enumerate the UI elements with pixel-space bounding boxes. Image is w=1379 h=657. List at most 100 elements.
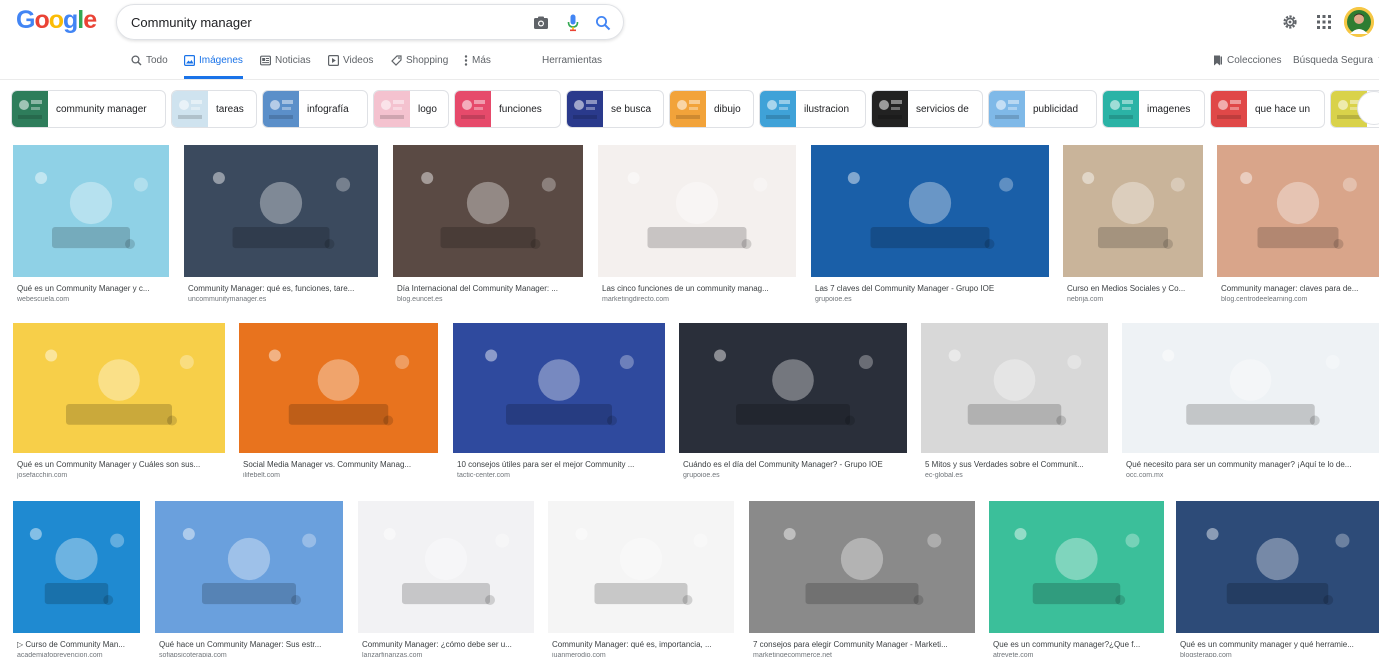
image-result-source[interactable]: blog.centrodeelearning.com xyxy=(1221,296,1377,303)
related-search-chip[interactable]: ilustracion xyxy=(759,90,866,128)
image-result-source[interactable]: blog.euncet.es xyxy=(397,296,581,303)
image-result-title[interactable]: Las cinco funciones de un community mana… xyxy=(602,284,794,293)
image-result[interactable]: ▷ Curso de Community Man... academiafopre… xyxy=(13,501,140,657)
image-result-source[interactable]: ilifebelt.com xyxy=(243,472,436,479)
tab-imagenes[interactable]: Imágenes xyxy=(184,55,243,79)
image-result[interactable]: Qué es un community manager y qué herram… xyxy=(1176,501,1379,657)
image-result[interactable]: Que es un community manager?¿Que f... atr… xyxy=(989,501,1164,657)
image-result-source[interactable]: academiafoprevencion.com xyxy=(17,652,138,657)
related-search-chip[interactable]: publicidad xyxy=(988,90,1097,128)
image-result-title[interactable]: Qué es un Community Manager y c... xyxy=(17,284,167,293)
image-result-title[interactable]: Día Internacional del Community Manager:… xyxy=(397,284,581,293)
image-thumbnail[interactable] xyxy=(1217,145,1379,277)
image-result-title[interactable]: ▷ Curso de Community Man... xyxy=(17,640,138,649)
image-result[interactable]: Curso en Medios Sociales y Co... nebrija.… xyxy=(1063,145,1203,311)
image-result[interactable]: 10 consejos útiles para ser el mejor Com… xyxy=(453,323,665,487)
image-result[interactable]: Qué es un Community Manager y c... webesc… xyxy=(13,145,169,311)
image-result-source[interactable]: uncommunitymanager.es xyxy=(188,296,376,303)
image-result-source[interactable]: webescuela.com xyxy=(17,296,167,303)
image-result[interactable]: Día Internacional del Community Manager:… xyxy=(393,145,583,311)
image-result-title[interactable]: Cuándo es el día del Community Manager? … xyxy=(683,460,905,469)
image-result-source[interactable]: grupoioe.es xyxy=(683,472,905,479)
image-thumbnail[interactable] xyxy=(1122,323,1379,453)
image-result[interactable]: 5 Mitos y sus Verdades sobre el Communit… xyxy=(921,323,1108,487)
image-result-source[interactable]: lanzarfinanzas.com xyxy=(362,652,532,657)
image-result[interactable]: Las cinco funciones de un community mana… xyxy=(598,145,796,311)
image-result[interactable]: Qué hace un Community Manager: Sus estr.… xyxy=(155,501,343,657)
image-result[interactable]: Qué es un Community Manager y Cuáles son… xyxy=(13,323,225,487)
image-thumbnail[interactable] xyxy=(1176,501,1379,633)
image-result-title[interactable]: 10 consejos útiles para ser el mejor Com… xyxy=(457,460,663,469)
apps-grid-icon[interactable] xyxy=(1310,8,1338,36)
image-result[interactable]: Community Manager: ¿cómo debe ser u... la… xyxy=(358,501,534,657)
related-search-chip[interactable]: que hace un xyxy=(1210,90,1325,128)
related-search-chip[interactable]: servicios de xyxy=(871,90,983,128)
image-result[interactable]: Cuándo es el día del Community Manager? … xyxy=(679,323,907,487)
related-search-chip[interactable]: tareas xyxy=(171,90,257,128)
image-thumbnail[interactable] xyxy=(155,501,343,633)
related-search-chip[interactable]: dibujo xyxy=(669,90,754,128)
image-result-title[interactable]: Curso en Medios Sociales y Co... xyxy=(1067,284,1201,293)
related-search-chip[interactable]: infografía xyxy=(262,90,368,128)
search-icon[interactable] xyxy=(593,13,613,33)
camera-icon[interactable] xyxy=(531,13,551,33)
image-thumbnail[interactable] xyxy=(548,501,734,633)
image-result-title[interactable]: Las 7 claves del Community Manager - Gru… xyxy=(815,284,1047,293)
image-result-title[interactable]: Community Manager: qué es, funciones, ta… xyxy=(188,284,376,293)
image-thumbnail[interactable] xyxy=(811,145,1049,277)
tab-herramientas[interactable]: Herramientas xyxy=(542,55,602,79)
image-result-title[interactable]: Qué es un Community Manager y Cuáles son… xyxy=(17,460,223,469)
image-result[interactable]: Social Media Manager vs. Community Manag… xyxy=(239,323,438,487)
image-result-title[interactable]: Que es un community manager?¿Que f... xyxy=(993,640,1162,649)
related-search-chip[interactable]: se busca xyxy=(566,90,664,128)
image-result-title[interactable]: Qué hace un Community Manager: Sus estr.… xyxy=(159,640,341,649)
image-thumbnail[interactable] xyxy=(453,323,665,453)
image-thumbnail[interactable] xyxy=(239,323,438,453)
tab-videos[interactable]: Videos xyxy=(328,55,373,79)
collections-link[interactable]: Colecciones xyxy=(1213,55,1281,66)
image-thumbnail[interactable] xyxy=(13,501,140,633)
image-result-title[interactable]: Community Manager: qué es, importancia, … xyxy=(552,640,732,649)
image-thumbnail[interactable] xyxy=(393,145,583,277)
image-thumbnail[interactable] xyxy=(358,501,534,633)
tab-mas[interactable]: Más xyxy=(464,55,491,79)
image-thumbnail[interactable] xyxy=(184,145,378,277)
tab-shopping[interactable]: Shopping xyxy=(391,55,448,79)
image-thumbnail[interactable] xyxy=(679,323,907,453)
safe-search-menu[interactable]: Búsqueda Segura ▼ xyxy=(1293,55,1379,66)
image-thumbnail[interactable] xyxy=(749,501,975,633)
image-result-title[interactable]: Social Media Manager vs. Community Manag… xyxy=(243,460,436,469)
gear-icon[interactable] xyxy=(1276,8,1304,36)
image-thumbnail[interactable] xyxy=(921,323,1108,453)
image-result-source[interactable]: blogsterapp.com xyxy=(1180,652,1377,657)
image-result-source[interactable]: nebrija.com xyxy=(1067,296,1201,303)
image-thumbnail[interactable] xyxy=(598,145,796,277)
image-thumbnail[interactable] xyxy=(1063,145,1203,277)
image-thumbnail[interactable] xyxy=(13,323,225,453)
avatar[interactable] xyxy=(1344,7,1374,37)
image-result-title[interactable]: Qué es un community manager y qué herram… xyxy=(1180,640,1377,649)
image-result[interactable]: Community Manager: qué es, importancia, … xyxy=(548,501,734,657)
image-result-source[interactable]: juanmerodio.com xyxy=(552,652,732,657)
image-result-source[interactable]: atrevete.com xyxy=(993,652,1162,657)
search-input[interactable] xyxy=(131,12,511,32)
image-result-source[interactable]: tactic-center.com xyxy=(457,472,663,479)
image-result[interactable]: Qué necesito para ser un community manag… xyxy=(1122,323,1379,487)
image-result-source[interactable]: marketingdirecto.com xyxy=(602,296,794,303)
image-result-title[interactable]: Community manager: claves para de... xyxy=(1221,284,1377,293)
image-result-source[interactable]: josefacchin.com xyxy=(17,472,223,479)
image-result[interactable]: Community Manager: qué es, funciones, ta… xyxy=(184,145,378,311)
image-result[interactable]: Community manager: claves para de... blog… xyxy=(1217,145,1379,311)
google-logo[interactable]: Google xyxy=(16,6,97,35)
image-result-title[interactable]: 5 Mitos y sus Verdades sobre el Communit… xyxy=(925,460,1106,469)
image-result-source[interactable]: sofiapsicoterapia.com xyxy=(159,652,341,657)
image-result[interactable]: Las 7 claves del Community Manager - Gru… xyxy=(811,145,1049,311)
tab-noticias[interactable]: Noticias xyxy=(260,55,311,79)
image-thumbnail[interactable] xyxy=(13,145,169,277)
related-search-chip[interactable]: community manager xyxy=(11,90,166,128)
microphone-icon[interactable] xyxy=(563,13,583,33)
image-result-source[interactable]: grupoioe.es xyxy=(815,296,1047,303)
image-result-title[interactable]: Community Manager: ¿cómo debe ser u... xyxy=(362,640,532,649)
image-thumbnail[interactable] xyxy=(989,501,1164,633)
related-search-chip[interactable]: logo xyxy=(373,90,449,128)
